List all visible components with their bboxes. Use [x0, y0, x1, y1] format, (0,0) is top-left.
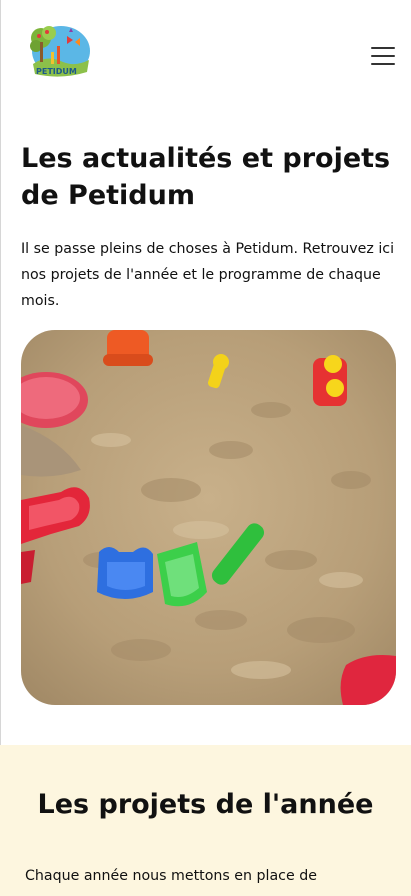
- page-title: Les actualités et projets de Petidum: [21, 143, 391, 211]
- projects-intro-text: Chaque année nous mettons en place de: [25, 868, 317, 884]
- sandbox-toys-photo: [21, 330, 396, 705]
- projects-title: Les projets de l'année: [37, 789, 374, 820]
- intro-paragraph: Il se passe pleins de choses à Petidum. …: [21, 241, 395, 309]
- petidum-logo[interactable]: PETIDUM: [27, 24, 91, 80]
- logo-wordmark: PETIDUM: [36, 67, 77, 76]
- hamburger-menu-icon[interactable]: [371, 47, 395, 69]
- site-header: PETIDUM: [0, 0, 411, 120]
- projects-section: Les projets de l'année Chaque année nous…: [0, 745, 411, 896]
